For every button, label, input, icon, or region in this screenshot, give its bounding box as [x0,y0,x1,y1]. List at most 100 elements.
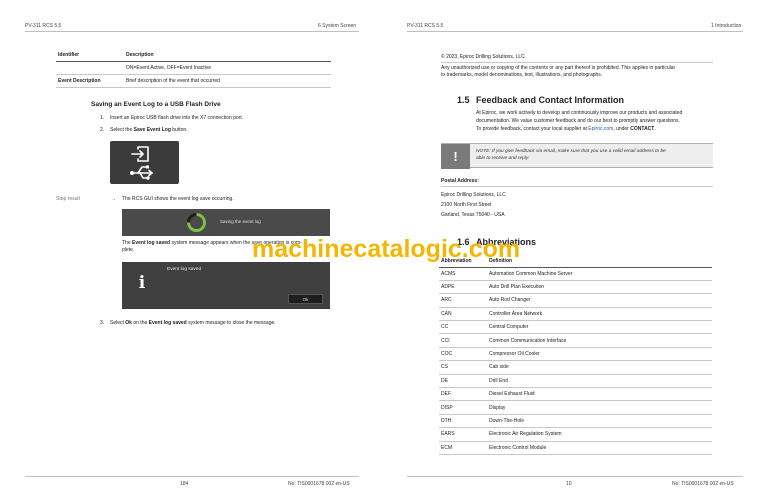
right-footer-page-number: 10 [566,481,572,487]
table-header-description: Description [124,49,331,62]
address-line-1: Epiroc Drilling Solutions, LLC [441,192,506,198]
postal-address-label: Postal Address: [441,178,479,184]
definition-cell: Common Communication Interface [487,333,712,348]
table-row: DE Drill End [439,374,712,389]
table-row: CC Central Computer [439,320,712,335]
table-row: DTH Down-The-Hole [439,414,712,429]
definition-cell: Automation Common Machine Server [487,267,712,281]
definition-cell: Cab side [487,360,712,375]
table-row: ACMS Automation Common Machine Server [439,267,712,281]
right-footer-doc-number: No: TIS0001678.002 en-US [672,481,734,487]
table-cell: Brief description of the event that occu… [124,74,331,88]
abbr-cell: ECM [439,441,487,455]
abbr-cell: EARS [439,427,487,442]
note-text: NOTE: If you give feedback via email, ma… [476,149,666,161]
table-row: COC Compressor Oil Cooler [439,347,712,362]
section-title-usb: Saving an Event Log to a USB Flash Drive [91,101,221,108]
abbr-cell: COC [439,347,487,362]
left-header-title: PV-311 RCS 5.5 [25,23,62,29]
definition-cell: Drill End [487,374,712,389]
left-footer-doc-number: No: TIS0001678.002 en-US [288,481,350,487]
table-row: DEF Diesel Exhaust Fluid [439,387,712,402]
save-event-log-button-image [110,141,179,184]
left-footer-rule [25,476,359,477]
watermark: machinecatalogic.com [252,235,521,263]
address-line-2: 2100 North First Street [441,202,492,208]
identifier-table: Identifier Description ON=Event Active, … [56,49,331,88]
table-row: DISP Display [439,400,712,415]
right-header-title: PV-311 RCS 5.5 [407,23,444,29]
abbreviations-table: Abbreviation Definition ACMS Automation C… [439,256,712,455]
table-row: CAN Controller Area Network [439,307,712,322]
table-row: Event Description Brief description of t… [56,74,331,88]
step-2-number: 2. [100,127,105,133]
saving-label: Saving the event log [220,219,261,224]
step-3-number: 3. [100,320,105,326]
abbr-cell: ARC [439,293,487,308]
definition-cell: Electronic Air Regulation System [487,427,712,442]
table-row: ADPE Auto Drill Plan Execution [439,280,712,295]
definition-cell: Auto Drill Plan Execution [487,280,712,295]
abbr-cell: ACMS [439,267,487,281]
step-result-label: Step result [56,196,80,202]
definition-cell: Compressor Oil Cooler [487,347,712,362]
copyright-rule [441,62,713,63]
right-header-chapter: 1 Introduction [711,23,742,29]
definition-cell: Auto Rod Changer [487,293,712,308]
section-1-5-number: 1.5 [457,95,470,105]
ok-button[interactable]: Ok [288,294,323,304]
definition-cell: Diesel Exhaust Fluid [487,387,712,402]
table-header-identifier: Identifier [56,49,124,62]
abbr-cell: DE [439,374,487,389]
abbr-cell: CAN [439,307,487,322]
table-header-row: Identifier Description [56,49,331,62]
abbr-cell: CC [439,320,487,335]
postal-rule [441,186,713,187]
arrow-right-icon: → [111,196,116,202]
legal-line-1: Any unauthorized use or copying of the c… [441,65,676,71]
table-row: CS Cab side [439,360,712,375]
table-row: ECM Electronic Control Module [439,441,712,455]
abbr-cell: DTH [439,414,487,429]
table-row: ON=Event Active, OFF=Event Inactive [56,61,331,75]
abbr-header-definition: Definition [487,256,712,268]
table-cell [56,61,124,75]
feedback-line-3: To provide feedback, contact your local … [476,126,656,132]
copyright-text: © 2023, Epiroc Drilling Solutions, LLC [441,54,525,60]
feedback-line-2: documentation. We value customer feedbac… [476,118,680,124]
definition-cell: Controller Area Network [487,307,712,322]
right-footer-rule [407,476,743,477]
step-1-number: 1. [100,115,105,121]
dialog-title: Event log saved [167,267,202,272]
warning-icon: ! [441,144,470,169]
abbr-cell: CS [439,360,487,375]
spinner-icon [187,213,206,232]
step-result-text: The RCS GUI shows the event log save occ… [122,196,234,202]
event-log-saved-dialog-image: Event log saved i Ok [122,262,330,309]
definition-cell: Display [487,400,712,415]
right-header-rule [407,31,743,32]
table-cell: ON=Event Active, OFF=Event Inactive [124,61,331,75]
export-usb-icon [130,146,153,180]
table-row: CCI Common Communication Interface [439,333,712,348]
step-2-text: Select the Save Event Log button. [110,127,188,133]
abbr-cell: ADPE [439,280,487,295]
abbr-cell: DISP [439,400,487,415]
legal-line-2: to trademarks, model denominations, text… [441,72,603,78]
feedback-line-1: At Epiroc, we work actively to develop a… [476,110,683,116]
table-row: ARC Auto Rod Changer [439,293,712,308]
address-line-3: Garland, Texas 75040 - USA [441,212,505,218]
step-3-text: Select Ok on the Event log saved system … [110,320,276,326]
left-header-chapter: 6 System Screen [318,23,357,29]
definition-cell: Down-The-Hole [487,414,712,429]
left-footer-page-number: 184 [180,481,189,487]
left-header-rule [25,31,359,32]
note-box: ! NOTE: If you give feedback via email, … [441,143,713,169]
definition-cell: Electronic Control Module [487,441,712,455]
table-row: EARS Electronic Air Regulation System [439,427,712,442]
section-1-5-title: Feedback and Contact Information [476,95,625,105]
abbr-cell: DEF [439,387,487,402]
abbr-cell: CCI [439,333,487,348]
step-1-text: Insert an Epiroc USB flash drive into th… [110,115,244,121]
epiroc-link[interactable]: Epiroc.com [588,126,613,132]
